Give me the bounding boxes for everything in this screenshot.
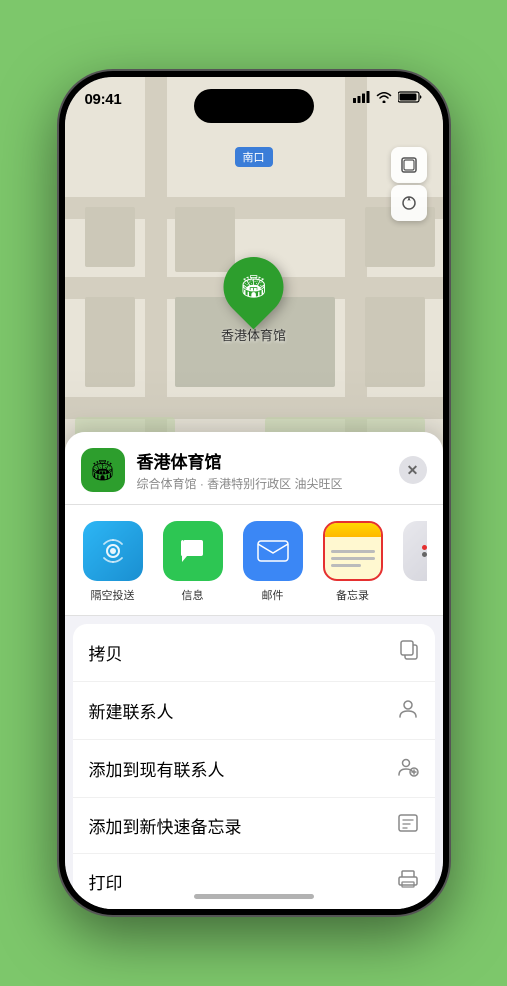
action-list: 拷贝 新建联系人	[73, 624, 435, 909]
status-time: 09:41	[85, 91, 122, 108]
venue-icon-emoji: 🏟	[90, 458, 115, 483]
messages-icon	[163, 521, 223, 581]
close-button[interactable]: ✕	[399, 456, 427, 484]
action-print-label: 打印	[89, 869, 397, 894]
phone-frame: 09:41	[59, 71, 449, 915]
messages-label: 信息	[182, 587, 204, 603]
notes-label: 备忘录	[336, 587, 369, 603]
map-controls	[391, 147, 427, 221]
venue-header: 🏟 香港体育馆 综合体育馆 · 香港特别行政区 油尖旺区 ✕	[65, 432, 443, 505]
action-add-note[interactable]: 添加到新快速备忘录	[73, 798, 435, 854]
venue-name: 香港体育馆	[137, 448, 391, 473]
more-icon	[403, 521, 427, 581]
wifi-icon	[376, 91, 392, 103]
map-north-label: 南口	[235, 147, 273, 167]
share-app-more[interactable]: 提	[401, 521, 427, 603]
compass-icon	[400, 194, 418, 212]
dynamic-island	[194, 89, 314, 123]
map-label-prefix: 南口	[243, 152, 265, 164]
action-copy-label: 拷贝	[89, 640, 399, 665]
share-app-airdrop[interactable]: 隔空投送	[81, 521, 145, 603]
mail-svg	[256, 539, 290, 563]
add-contact-icon	[397, 755, 419, 782]
copy-icon	[399, 639, 419, 666]
share-apps-list: 隔空投送 信息	[81, 521, 427, 607]
bottom-sheet: 🏟 香港体育馆 综合体育馆 · 香港特别行政区 油尖旺区 ✕	[65, 432, 443, 909]
action-new-contact-label: 新建联系人	[89, 698, 397, 723]
status-icons	[353, 91, 423, 103]
share-row: 隔空投送 信息	[65, 505, 443, 616]
airdrop-label: 隔空投送	[91, 587, 135, 603]
pin-circle: 🏟	[211, 245, 296, 330]
airdrop-svg	[98, 536, 128, 566]
share-app-notes[interactable]: 备忘录	[321, 521, 385, 603]
mail-label: 邮件	[262, 587, 284, 603]
venue-description: 综合体育馆 · 香港特别行政区 油尖旺区	[137, 475, 391, 492]
action-add-existing[interactable]: 添加到现有联系人	[73, 740, 435, 798]
messages-svg	[178, 537, 208, 565]
home-indicator	[194, 894, 314, 899]
quick-note-icon	[397, 813, 419, 838]
signal-icon	[353, 91, 370, 103]
print-icon	[397, 869, 419, 894]
more-dots	[403, 521, 427, 581]
notes-icon	[323, 521, 383, 581]
mail-icon	[243, 521, 303, 581]
location-button[interactable]	[391, 185, 427, 221]
pin-icon: 🏟	[240, 274, 268, 300]
layers-icon	[400, 156, 418, 174]
action-new-contact[interactable]: 新建联系人	[73, 682, 435, 740]
action-add-note-label: 添加到新快速备忘录	[89, 813, 397, 838]
phone-screen: 09:41	[65, 77, 443, 909]
share-app-mail[interactable]: 邮件	[241, 521, 305, 603]
map-layers-button[interactable]	[391, 147, 427, 183]
venue-icon: 🏟	[81, 448, 125, 492]
location-pin[interactable]: 🏟 香港体育馆	[221, 257, 286, 344]
action-add-existing-label: 添加到现有联系人	[89, 756, 397, 781]
share-app-messages[interactable]: 信息	[161, 521, 225, 603]
new-contact-icon	[397, 697, 419, 724]
action-copy[interactable]: 拷贝	[73, 624, 435, 682]
battery-icon	[398, 91, 423, 103]
action-print[interactable]: 打印	[73, 854, 435, 909]
venue-info: 香港体育馆 综合体育馆 · 香港特别行政区 油尖旺区	[137, 448, 391, 492]
airdrop-icon	[83, 521, 143, 581]
